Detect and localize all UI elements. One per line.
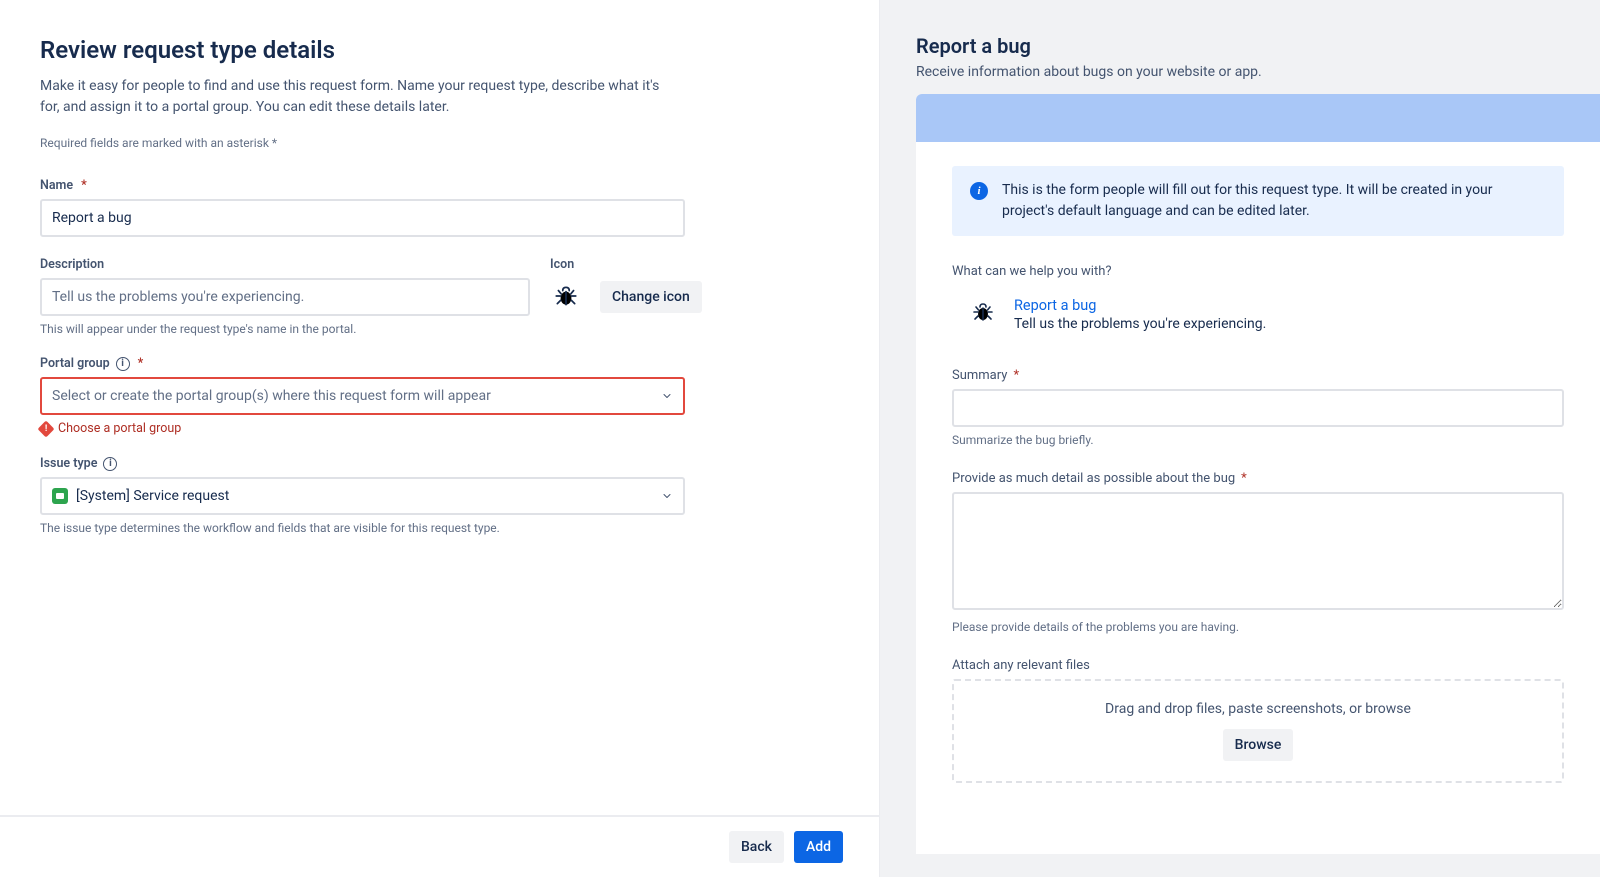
error-icon: ! bbox=[38, 420, 55, 437]
issue-type-field: Issue type i [System] Service request Th… bbox=[40, 456, 685, 535]
service-request-icon bbox=[52, 488, 68, 504]
name-field: Name* bbox=[40, 178, 685, 237]
request-type-card[interactable]: Report a bug Tell us the problems you're… bbox=[952, 297, 1564, 332]
summary-input[interactable] bbox=[952, 389, 1564, 427]
summary-hint: Summarize the bug briefly. bbox=[952, 433, 1564, 447]
preview-card: i This is the form people will fill out … bbox=[916, 94, 1600, 854]
left-content: Review request type details Make it easy… bbox=[0, 0, 879, 815]
back-button[interactable]: Back bbox=[729, 831, 784, 863]
footer: Back Add bbox=[0, 815, 879, 877]
name-label: Name* bbox=[40, 178, 685, 193]
browse-button[interactable]: Browse bbox=[1223, 729, 1294, 761]
required-note: Required fields are marked with an aster… bbox=[40, 136, 839, 150]
dropzone-text: Drag and drop files, paste screenshots, … bbox=[964, 701, 1552, 717]
preview-header: Report a bug Receive information about b… bbox=[880, 0, 1600, 94]
detail-field: Provide as much detail as possible about… bbox=[952, 471, 1564, 634]
portal-group-select[interactable]: Select or create the portal group(s) whe… bbox=[40, 377, 685, 415]
preview-title: Report a bug bbox=[916, 34, 1564, 58]
change-icon-button[interactable]: Change icon bbox=[600, 281, 702, 313]
attachment-field: Attach any relevant files Drag and drop … bbox=[952, 658, 1564, 783]
detail-textarea[interactable] bbox=[952, 492, 1564, 610]
bug-icon bbox=[552, 282, 580, 310]
summary-label: Summary* bbox=[952, 368, 1564, 383]
issue-type-label: Issue type i bbox=[40, 456, 685, 471]
detail-hint: Please provide details of the problems y… bbox=[952, 620, 1564, 634]
description-label: Description bbox=[40, 257, 530, 272]
info-panel: i This is the form people will fill out … bbox=[952, 166, 1564, 236]
chevron-down-icon bbox=[661, 489, 673, 503]
description-field: Description This will appear under the r… bbox=[40, 257, 530, 336]
request-type-desc: Tell us the problems you're experiencing… bbox=[1014, 316, 1266, 332]
left-pane: Review request type details Make it easy… bbox=[0, 0, 880, 877]
info-icon: i bbox=[970, 182, 988, 200]
page-title: Review request type details bbox=[40, 36, 839, 64]
description-hint: This will appear under the request type'… bbox=[40, 322, 530, 336]
info-icon[interactable]: i bbox=[116, 357, 130, 371]
summary-field: Summary* Summarize the bug briefly. bbox=[952, 368, 1564, 447]
icon-label: Icon bbox=[550, 257, 574, 272]
add-button[interactable]: Add bbox=[794, 831, 843, 863]
page-intro: Make it easy for people to find and use … bbox=[40, 76, 680, 118]
portal-group-label: Portal group i * bbox=[40, 356, 685, 371]
name-input[interactable] bbox=[40, 199, 685, 237]
info-icon[interactable]: i bbox=[103, 457, 117, 471]
icon-field: Icon bbox=[550, 257, 580, 310]
dropzone[interactable]: Drag and drop files, paste screenshots, … bbox=[952, 679, 1564, 783]
chevron-down-icon bbox=[661, 389, 673, 403]
issue-type-select[interactable]: [System] Service request bbox=[40, 477, 685, 515]
info-text: This is the form people will fill out fo… bbox=[1002, 180, 1546, 222]
right-pane: Report a bug Receive information about b… bbox=[880, 0, 1600, 877]
portal-group-error: ! Choose a portal group bbox=[40, 421, 685, 436]
request-type-name: Report a bug bbox=[1014, 297, 1266, 314]
preview-subtitle: Receive information about bugs on your w… bbox=[916, 64, 1564, 80]
portal-group-field: Portal group i * Select or create the po… bbox=[40, 356, 685, 436]
issue-type-hint: The issue type determines the workflow a… bbox=[40, 521, 685, 535]
attachment-label: Attach any relevant files bbox=[952, 658, 1564, 673]
help-heading: What can we help you with? bbox=[952, 264, 1564, 279]
bug-icon bbox=[970, 299, 996, 325]
detail-label: Provide as much detail as possible about… bbox=[952, 471, 1564, 486]
description-input[interactable] bbox=[40, 278, 530, 316]
preview-banner bbox=[916, 94, 1600, 142]
